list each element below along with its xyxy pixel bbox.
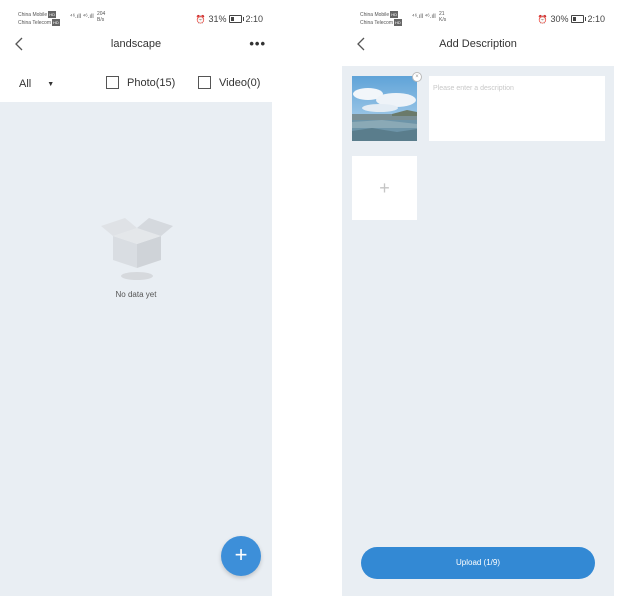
landscape-thumbnail-icon (352, 76, 417, 141)
dropdown-label: All (19, 78, 32, 90)
upload-button[interactable]: Upload (1/9) (361, 547, 595, 579)
add-description-screen: China Mobile HD China Telecom HD ⁴⁶.ıll ⁴⁶… (342, 0, 614, 603)
page-title: landscape (110, 38, 162, 50)
alarm-icon: ⏰ (195, 14, 206, 24)
speed-unit: B/s (97, 17, 105, 23)
network-speed: 21 K/s (439, 11, 446, 23)
checkbox-icon (198, 76, 211, 89)
alarm-icon: ⏰ (537, 14, 548, 24)
signal-icon: ⁴⁶.ıll ⁴⁶.ıll (70, 14, 94, 20)
carrier-2: China Telecom (18, 20, 51, 26)
status-bar: China Mobile HD China Telecom HD ⁴⁶.ıll ⁴⁶… (0, 0, 272, 32)
carrier-1: China Mobile (360, 12, 390, 18)
add-photo-tile[interactable]: + (352, 156, 417, 220)
carrier-2: China Telecom (360, 20, 393, 26)
add-media-button[interactable]: + (221, 536, 261, 576)
photo-thumbnail[interactable] (352, 76, 417, 141)
network-speed: 204 B/s (97, 11, 105, 23)
photo-filter-label: Photo(15) (127, 76, 176, 89)
more-options-button[interactable]: ••• (249, 36, 266, 51)
album-screen: China Mobile HD China Telecom HD ⁴⁶.ıll ⁴⁶… (0, 0, 272, 603)
empty-box-icon (101, 218, 173, 280)
remove-photo-button[interactable]: × (412, 72, 422, 82)
filter-bar: All ▼ Photo(15) Video(0) (0, 72, 272, 98)
battery-percent: 31% (208, 14, 227, 24)
close-icon: × (415, 74, 419, 80)
nav-bar: Add Description (342, 32, 614, 58)
photo-filter-checkbox[interactable]: Photo(15) (106, 76, 175, 89)
page-title: Add Description (439, 38, 517, 50)
battery-icon (229, 15, 245, 23)
more-dots-icon: ••• (249, 36, 266, 51)
carrier-info: China Mobile HD China Telecom HD (360, 11, 402, 27)
status-right: ⏰ 30% 2:10 (537, 14, 605, 24)
status-right: ⏰ 31% 2:10 (195, 14, 263, 24)
media-list-area: No data yet + (0, 102, 272, 596)
plus-icon: + (234, 542, 248, 567)
clock: 2:10 (245, 14, 263, 24)
video-filter-label: Video(0) (219, 76, 261, 89)
signal-icon: ⁴⁶.ıll ⁴⁶.ıll (412, 14, 436, 20)
hd-badge: HD (48, 11, 56, 18)
battery-icon (571, 15, 587, 23)
description-input[interactable] (429, 76, 605, 141)
speed-unit: K/s (439, 17, 447, 23)
carrier-info: China Mobile HD China Telecom HD (18, 11, 60, 27)
plus-icon: + (379, 177, 390, 198)
checkbox-icon (106, 76, 119, 89)
caret-down-icon: ▼ (47, 80, 55, 88)
hd-badge: HD (393, 19, 402, 26)
hd-badge: HD (390, 11, 398, 18)
nav-bar: landscape ••• (0, 32, 272, 58)
battery-percent: 30% (550, 14, 569, 24)
status-bar: China Mobile HD China Telecom HD ⁴⁶.ıll ⁴⁶… (342, 0, 614, 32)
empty-state-text: No data yet (115, 290, 157, 299)
type-dropdown[interactable]: All ▼ (19, 78, 54, 90)
clock: 2:10 (587, 14, 605, 24)
hd-badge: HD (51, 19, 60, 26)
carrier-1: China Mobile (18, 12, 48, 18)
description-form: × + Upload (1/9) (342, 66, 614, 596)
video-filter-checkbox[interactable]: Video(0) (198, 76, 260, 89)
